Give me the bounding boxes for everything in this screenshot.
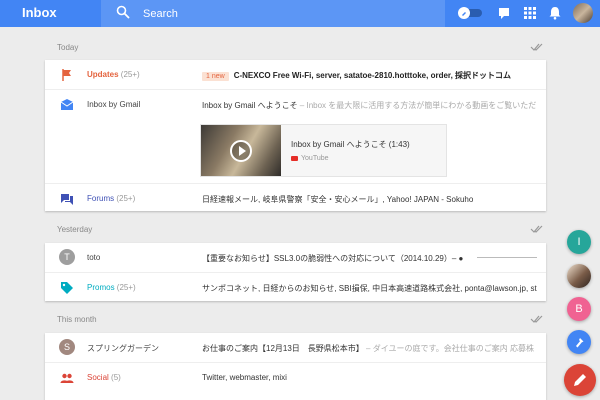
new-badge: 1 new: [202, 72, 229, 81]
item-count: (25+): [116, 283, 136, 292]
notifications-bell-icon[interactable]: [547, 5, 563, 21]
sender-avatar: T: [59, 249, 75, 265]
section-header-today: Today: [45, 33, 546, 61]
reminder-fab[interactable]: [567, 330, 591, 354]
people-icon: [60, 373, 74, 383]
youtube-attachment[interactable]: Inbox by Gmail へようこそ (1:43) YouTube: [200, 124, 447, 177]
bundle-card-this-month: S スプリングガーデン お仕事のご案内【12月13日 長野県松本市】 – ダイユ…: [45, 333, 546, 400]
subject-line: 【重要なお知らせ】SSL3.0の脆弱性への対応について（2014.10.29）–…: [202, 254, 464, 263]
sender-label: Forums: [87, 194, 115, 203]
list-item-updates[interactable]: Updates (25+) 1 new C-NEXCO Free Wi-Fi, s…: [45, 60, 546, 89]
flag-icon: [62, 69, 71, 81]
tag-icon: [61, 282, 73, 294]
search-icon[interactable]: [116, 5, 130, 19]
sender-avatar: S: [59, 339, 75, 355]
list-item-forums[interactable]: Forums (25+) 日経速報メール, 岐阜県警察「安全・安心メール」, Y…: [45, 183, 546, 212]
sender-name: Forums (25+): [87, 194, 135, 203]
video-thumbnail[interactable]: [201, 125, 281, 176]
subject-line: 日経速報メール, 岐阜県警察「安全・安心メール」, Yahoo! JAPAN -…: [202, 195, 474, 204]
sweep-done-icon[interactable]: [530, 42, 544, 52]
compose-fab[interactable]: [564, 364, 596, 396]
item-count: (25+): [116, 194, 136, 203]
account-avatar[interactable]: [573, 3, 593, 23]
subject-line: お仕事のご案内【12月13日 長野県松本市】 – ダイユーの庭です。会社仕事のご…: [202, 343, 537, 354]
list-item-promos[interactable]: Promos (25+) サンポコネット, 日経からのお知らせ, SBI損保, …: [45, 272, 546, 301]
contact-fab-b[interactable]: B: [567, 297, 591, 321]
section-label: This month: [57, 315, 97, 324]
sweep-done-icon[interactable]: [530, 224, 544, 234]
sender-name: Promos (25+): [87, 283, 136, 292]
snippet-text: – ダイユーの庭です。会社仕事のご案内 応募株: [363, 344, 534, 353]
pin-icon: [576, 338, 584, 348]
pin-toggle-icon[interactable]: [456, 6, 484, 20]
item-count: (5): [111, 373, 121, 382]
apps-grid-icon[interactable]: [522, 5, 538, 21]
contact-fab-photo[interactable]: [567, 264, 591, 288]
snippet-divider: [477, 257, 537, 258]
sender-name: toto: [87, 253, 101, 262]
section-header-this-month: This month: [45, 305, 546, 333]
inbox-envelope-icon: [60, 99, 74, 110]
sender-label: Promos: [87, 283, 115, 292]
play-icon[interactable]: [230, 140, 252, 162]
item-count: (25+): [120, 70, 140, 79]
video-source: YouTube: [301, 155, 329, 162]
sender-label: Updates: [87, 70, 119, 79]
video-title: Inbox by Gmail へようこそ (1:43): [291, 140, 410, 149]
subject-text: C-NEXCO Free Wi-Fi, server, satatoe-2810…: [233, 71, 512, 80]
sender-name: Inbox by Gmail: [87, 100, 141, 109]
list-item-social[interactable]: Social (5) Twitter, webmaster, mixi: [45, 362, 546, 391]
list-item-toto[interactable]: T toto 【重要なお知らせ】SSL3.0の脆弱性への対応について（2014.…: [45, 243, 546, 272]
subject-line: Twitter, webmaster, mixi: [202, 373, 287, 382]
subject-line: サンポコネット, 日経からのお知らせ, SBI損保, 中日本高速道路株式会社, …: [202, 284, 537, 293]
youtube-logo-icon: [291, 156, 298, 161]
sender-name: スプリングガーデン: [87, 344, 159, 353]
section-label: Today: [57, 43, 79, 52]
subject-text: お仕事のご案内【12月13日 長野県松本市】: [202, 344, 364, 353]
search-input[interactable]: [143, 6, 433, 22]
contact-fab-i[interactable]: I: [567, 230, 591, 254]
forums-chat-icon: [61, 194, 73, 205]
reminder-bulb-icon[interactable]: [496, 5, 512, 21]
bundle-card-today: Updates (25+) 1 new C-NEXCO Free Wi-Fi, s…: [45, 60, 546, 211]
bundle-card-yesterday: T toto 【重要なお知らせ】SSL3.0の脆弱性への対応について（2014.…: [45, 243, 546, 301]
list-item-inbox-by-gmail[interactable]: Inbox by Gmail Inbox by Gmail へようこそ – In…: [45, 89, 546, 183]
top-app-bar: Inbox: [0, 0, 600, 27]
sender-name: Social (5): [87, 373, 121, 382]
app-title[interactable]: Inbox: [22, 5, 57, 20]
section-header-yesterday: Yesterday: [45, 215, 546, 243]
subject-text: Inbox by Gmail へようこそ: [202, 101, 298, 110]
snippet-text: – Inbox を最大限に活用する方法が簡単にわかる動画をご覧いただ: [297, 101, 537, 110]
sender-label: Social: [87, 373, 109, 382]
sender-name: Updates (25+): [87, 70, 140, 79]
sweep-done-icon[interactable]: [530, 314, 544, 324]
section-label: Yesterday: [57, 225, 93, 234]
list-item-spring-garden[interactable]: S スプリングガーデン お仕事のご案内【12月13日 長野県松本市】 – ダイユ…: [45, 333, 546, 362]
subject-line: 1 new C-NEXCO Free Wi-Fi, server, satatoe…: [202, 70, 537, 81]
subject-line: Inbox by Gmail へようこそ – Inbox を最大限に活用する方法…: [202, 100, 537, 111]
pencil-icon: [574, 374, 586, 386]
